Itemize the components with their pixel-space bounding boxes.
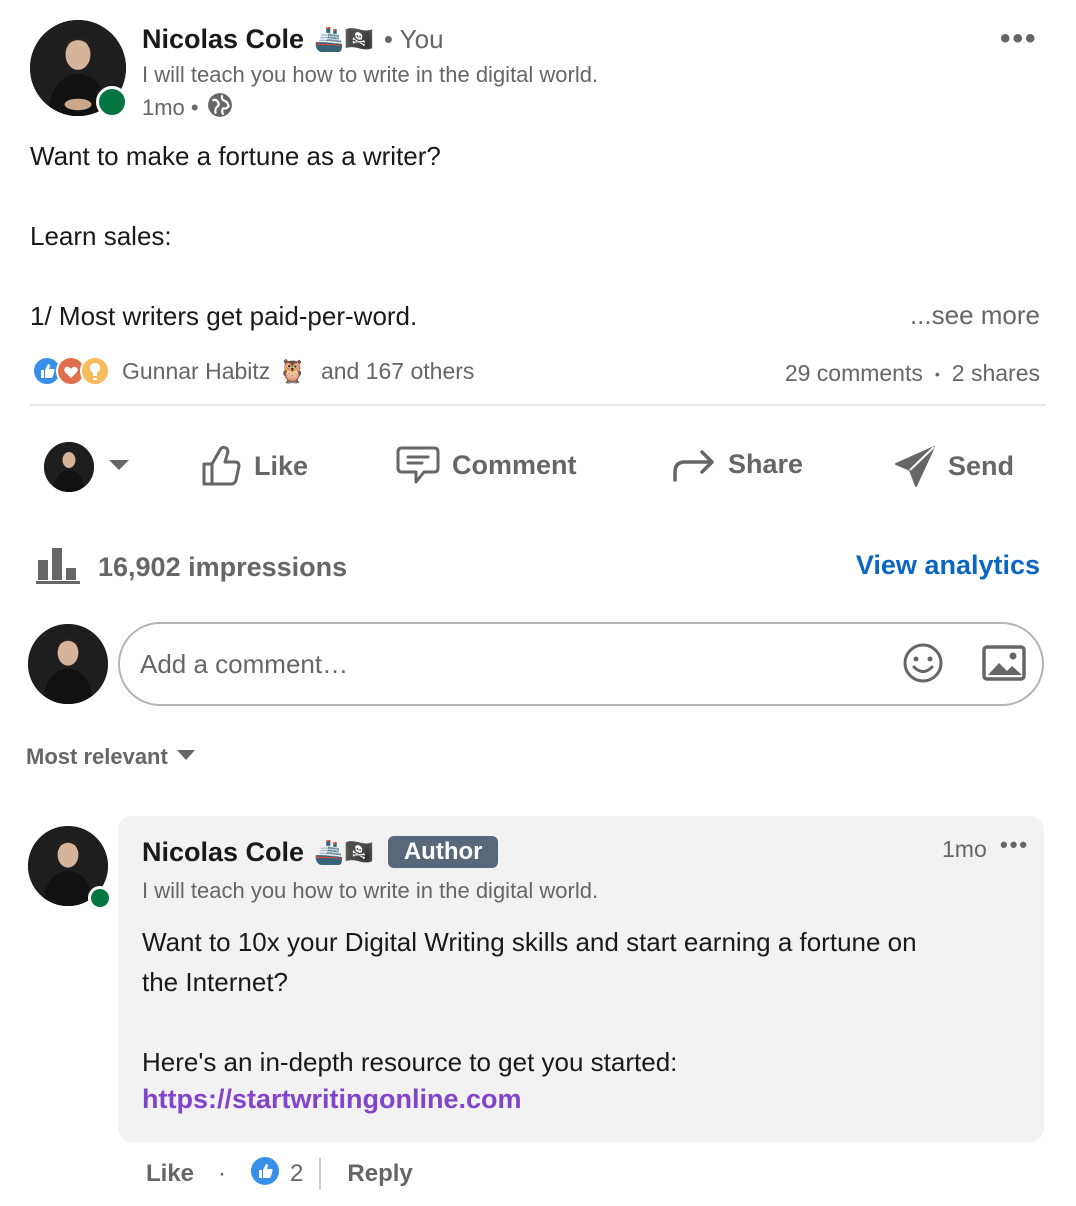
comment-text-line-1: Want to 10x your Digital Writing skills … [142, 927, 917, 957]
bar-chart-icon [36, 546, 80, 589]
comment-author-name[interactable]: Nicolas Cole [142, 837, 304, 868]
comment-like-button[interactable]: Like [146, 1160, 194, 1188]
actor-avatar [44, 442, 94, 492]
send-button[interactable]: Send [894, 444, 1014, 488]
see-more-link[interactable]: ...see more [910, 300, 1040, 331]
comment-action-separator: · [218, 1159, 227, 1187]
reactor-others[interactable]: and 167 others [321, 358, 474, 385]
shares-count[interactable]: 2 shares [952, 360, 1040, 387]
like-button[interactable]: Like [200, 444, 308, 488]
image-upload-icon[interactable] [982, 644, 1026, 687]
reactor-emoji: 🦉 [278, 358, 307, 384]
comment-time: 1mo [942, 836, 987, 862]
send-label: Send [948, 450, 1015, 481]
post-body-line-3: 1/ Most writers get paid-per-word. [30, 301, 418, 331]
share-arrow-icon [672, 444, 716, 484]
author-emoji: 🚢🏴‍☠️ [314, 26, 374, 53]
comment-url-link[interactable]: https://startwritingonline.com [142, 1084, 522, 1115]
author-badge: Author [387, 836, 499, 868]
caret-down-icon [176, 748, 196, 766]
globe-icon [207, 92, 233, 123]
comment-reply-button[interactable]: Reply [347, 1160, 412, 1188]
sort-label: Most relevant [26, 744, 168, 769]
author-headline: I will teach you how to write in the dig… [142, 62, 599, 87]
emoji-picker-icon[interactable] [902, 642, 944, 689]
like-label: Like [254, 450, 309, 481]
send-icon [894, 444, 936, 488]
comment-text-line-2: the Internet? [142, 967, 288, 997]
post-menu-button[interactable]: ••• [1000, 24, 1038, 54]
reaction-icons[interactable] [32, 356, 112, 388]
comment-input[interactable] [140, 648, 840, 680]
comments-count[interactable]: 29 comments [785, 360, 923, 387]
thumbs-up-icon [200, 444, 242, 488]
post-divider [30, 404, 1046, 406]
insightful-reaction-icon [80, 356, 110, 391]
comment-like-reaction-icon[interactable] [250, 1156, 280, 1191]
comment-action-divider [319, 1157, 322, 1190]
comment-text-line-3: Here's an in-depth resource to get you s… [142, 1047, 678, 1077]
comment-author-headline: I will teach you how to write in the dig… [142, 878, 599, 903]
comment-button[interactable]: Comment [396, 444, 577, 486]
post-body-line-2: Learn sales: [30, 221, 172, 251]
commenter-avatar [28, 624, 108, 704]
impressions-row[interactable]: 16,902 impressions [36, 546, 347, 589]
reactor-name[interactable]: Gunnar Habitz [122, 358, 270, 385]
comment-menu-button[interactable]: ••• [1000, 834, 1029, 856]
presence-indicator [96, 86, 128, 118]
share-label: Share [728, 448, 804, 479]
post-time: 1mo • [142, 94, 199, 120]
share-button[interactable]: Share [672, 444, 803, 484]
count-separator: • [934, 365, 940, 382]
actor-switcher[interactable] [44, 442, 130, 492]
caret-down-icon [108, 458, 130, 477]
sort-dropdown[interactable]: Most relevant [26, 744, 196, 770]
post-body-line-1: Want to make a fortune as a writer? [30, 141, 441, 171]
comment-icon [396, 444, 440, 486]
comment-author-emoji: 🚢🏴‍☠️ [314, 838, 374, 866]
comment-like-count: 2 [290, 1159, 304, 1187]
view-analytics-link[interactable]: View analytics [856, 550, 1040, 581]
relation-label: • You [383, 24, 444, 54]
author-name[interactable]: Nicolas Cole [142, 24, 304, 55]
comment-label: Comment [452, 449, 577, 480]
impressions-count: 16,902 impressions [98, 552, 348, 582]
comment-presence-indicator [88, 886, 112, 910]
